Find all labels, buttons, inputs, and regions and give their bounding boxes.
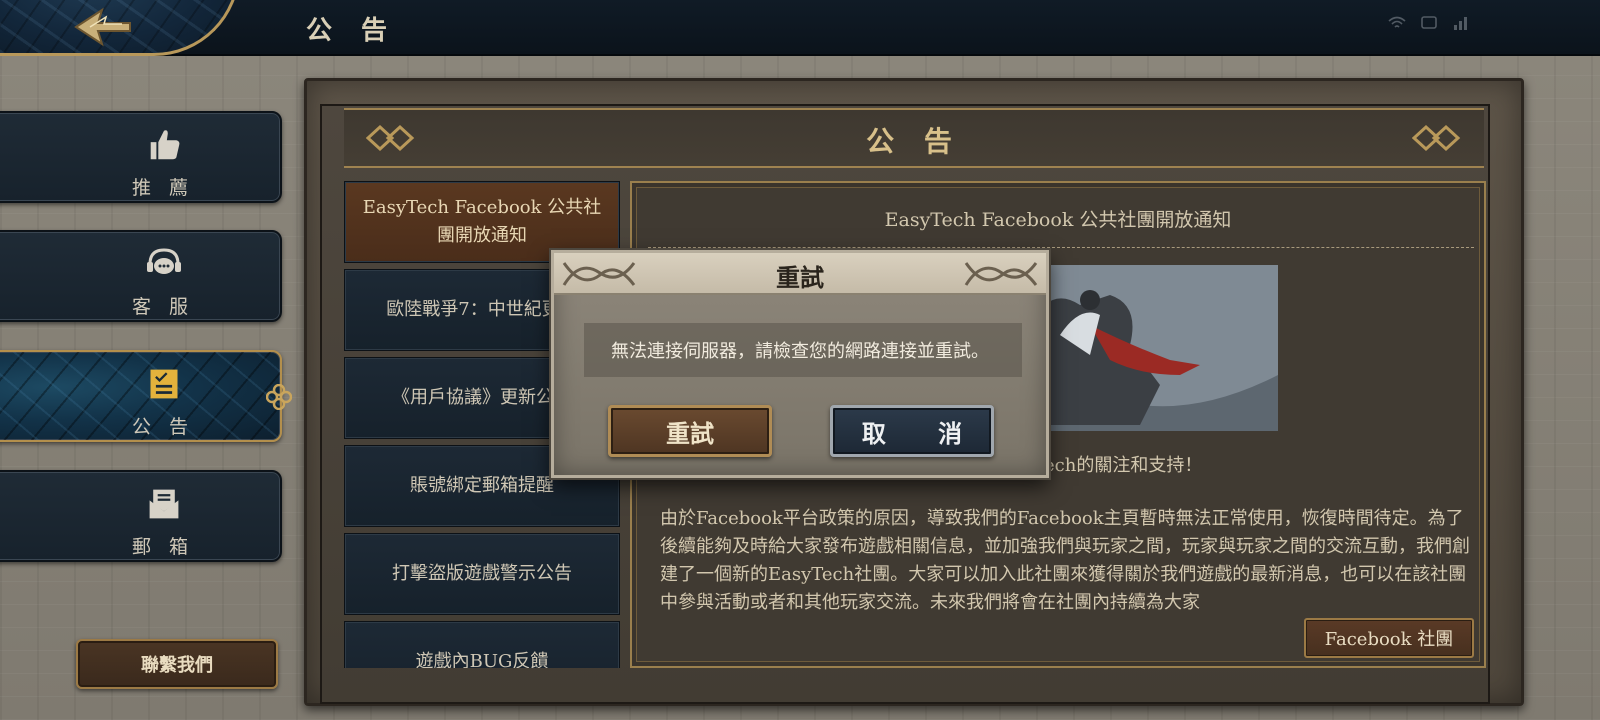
contact-us-button[interactable]: 聯繫我們 <box>76 639 278 689</box>
sidebar-item-notice[interactable]: 公 告 <box>0 350 293 442</box>
sidebar-item-label: 公 告 <box>131 416 195 438</box>
headset-chat-icon <box>144 244 184 284</box>
divider <box>648 247 1474 248</box>
celtic-knot-icon <box>265 383 293 411</box>
list-item[interactable]: 遊戲內BUG反饋 <box>344 621 620 668</box>
sidebar-item-label: 客 服 <box>131 296 195 318</box>
dialog-header: 重試 <box>554 253 1046 295</box>
diamond-ornament-icon <box>1412 124 1461 152</box>
retry-dialog: 重試 無法連接伺服器，請檢查您的網路連接並重試。 重試 取 消 <box>551 250 1049 478</box>
back-arrow-icon <box>74 7 131 47</box>
page-title: 公 告 <box>306 16 398 46</box>
board-header: 公 告 <box>344 108 1484 168</box>
wifi-icon <box>1388 14 1406 32</box>
sidebar-item-label: 郵 箱 <box>131 536 195 558</box>
content-title: EasyTech Facebook 公共社團開放通知 <box>884 209 1232 231</box>
mail-icon <box>144 484 184 524</box>
sidebar-item-recommend[interactable]: 推 薦 <box>0 111 282 203</box>
notice-board-icon <box>144 364 184 404</box>
screen-icon <box>1420 14 1438 32</box>
knot-ornament-icon <box>964 262 1038 286</box>
retry-button[interactable]: 重試 <box>608 405 772 457</box>
sidebar-item-mailbox[interactable]: 郵 箱 <box>0 470 282 562</box>
status-icons <box>1388 14 1470 32</box>
back-button[interactable] <box>72 6 134 48</box>
sidebar-item-support[interactable]: 客 服 <box>0 230 282 322</box>
top-bar: 公 告 <box>0 0 1600 56</box>
cancel-button[interactable]: 取 消 <box>830 405 994 457</box>
signal-icon <box>1452 14 1470 32</box>
board-title: 公 告 <box>866 125 962 158</box>
facebook-group-button[interactable]: Facebook 社團 <box>1304 618 1474 658</box>
sidebar-item-label: 推 薦 <box>131 177 195 199</box>
thumbs-up-icon <box>144 125 184 165</box>
list-item[interactable]: 打擊盜版遊戲警示公告 <box>344 533 620 615</box>
dialog-message: 無法連接伺服器，請檢查您的網路連接並重試。 <box>611 341 989 362</box>
content-thanks: ech的關注和支持！ <box>1044 455 1203 476</box>
